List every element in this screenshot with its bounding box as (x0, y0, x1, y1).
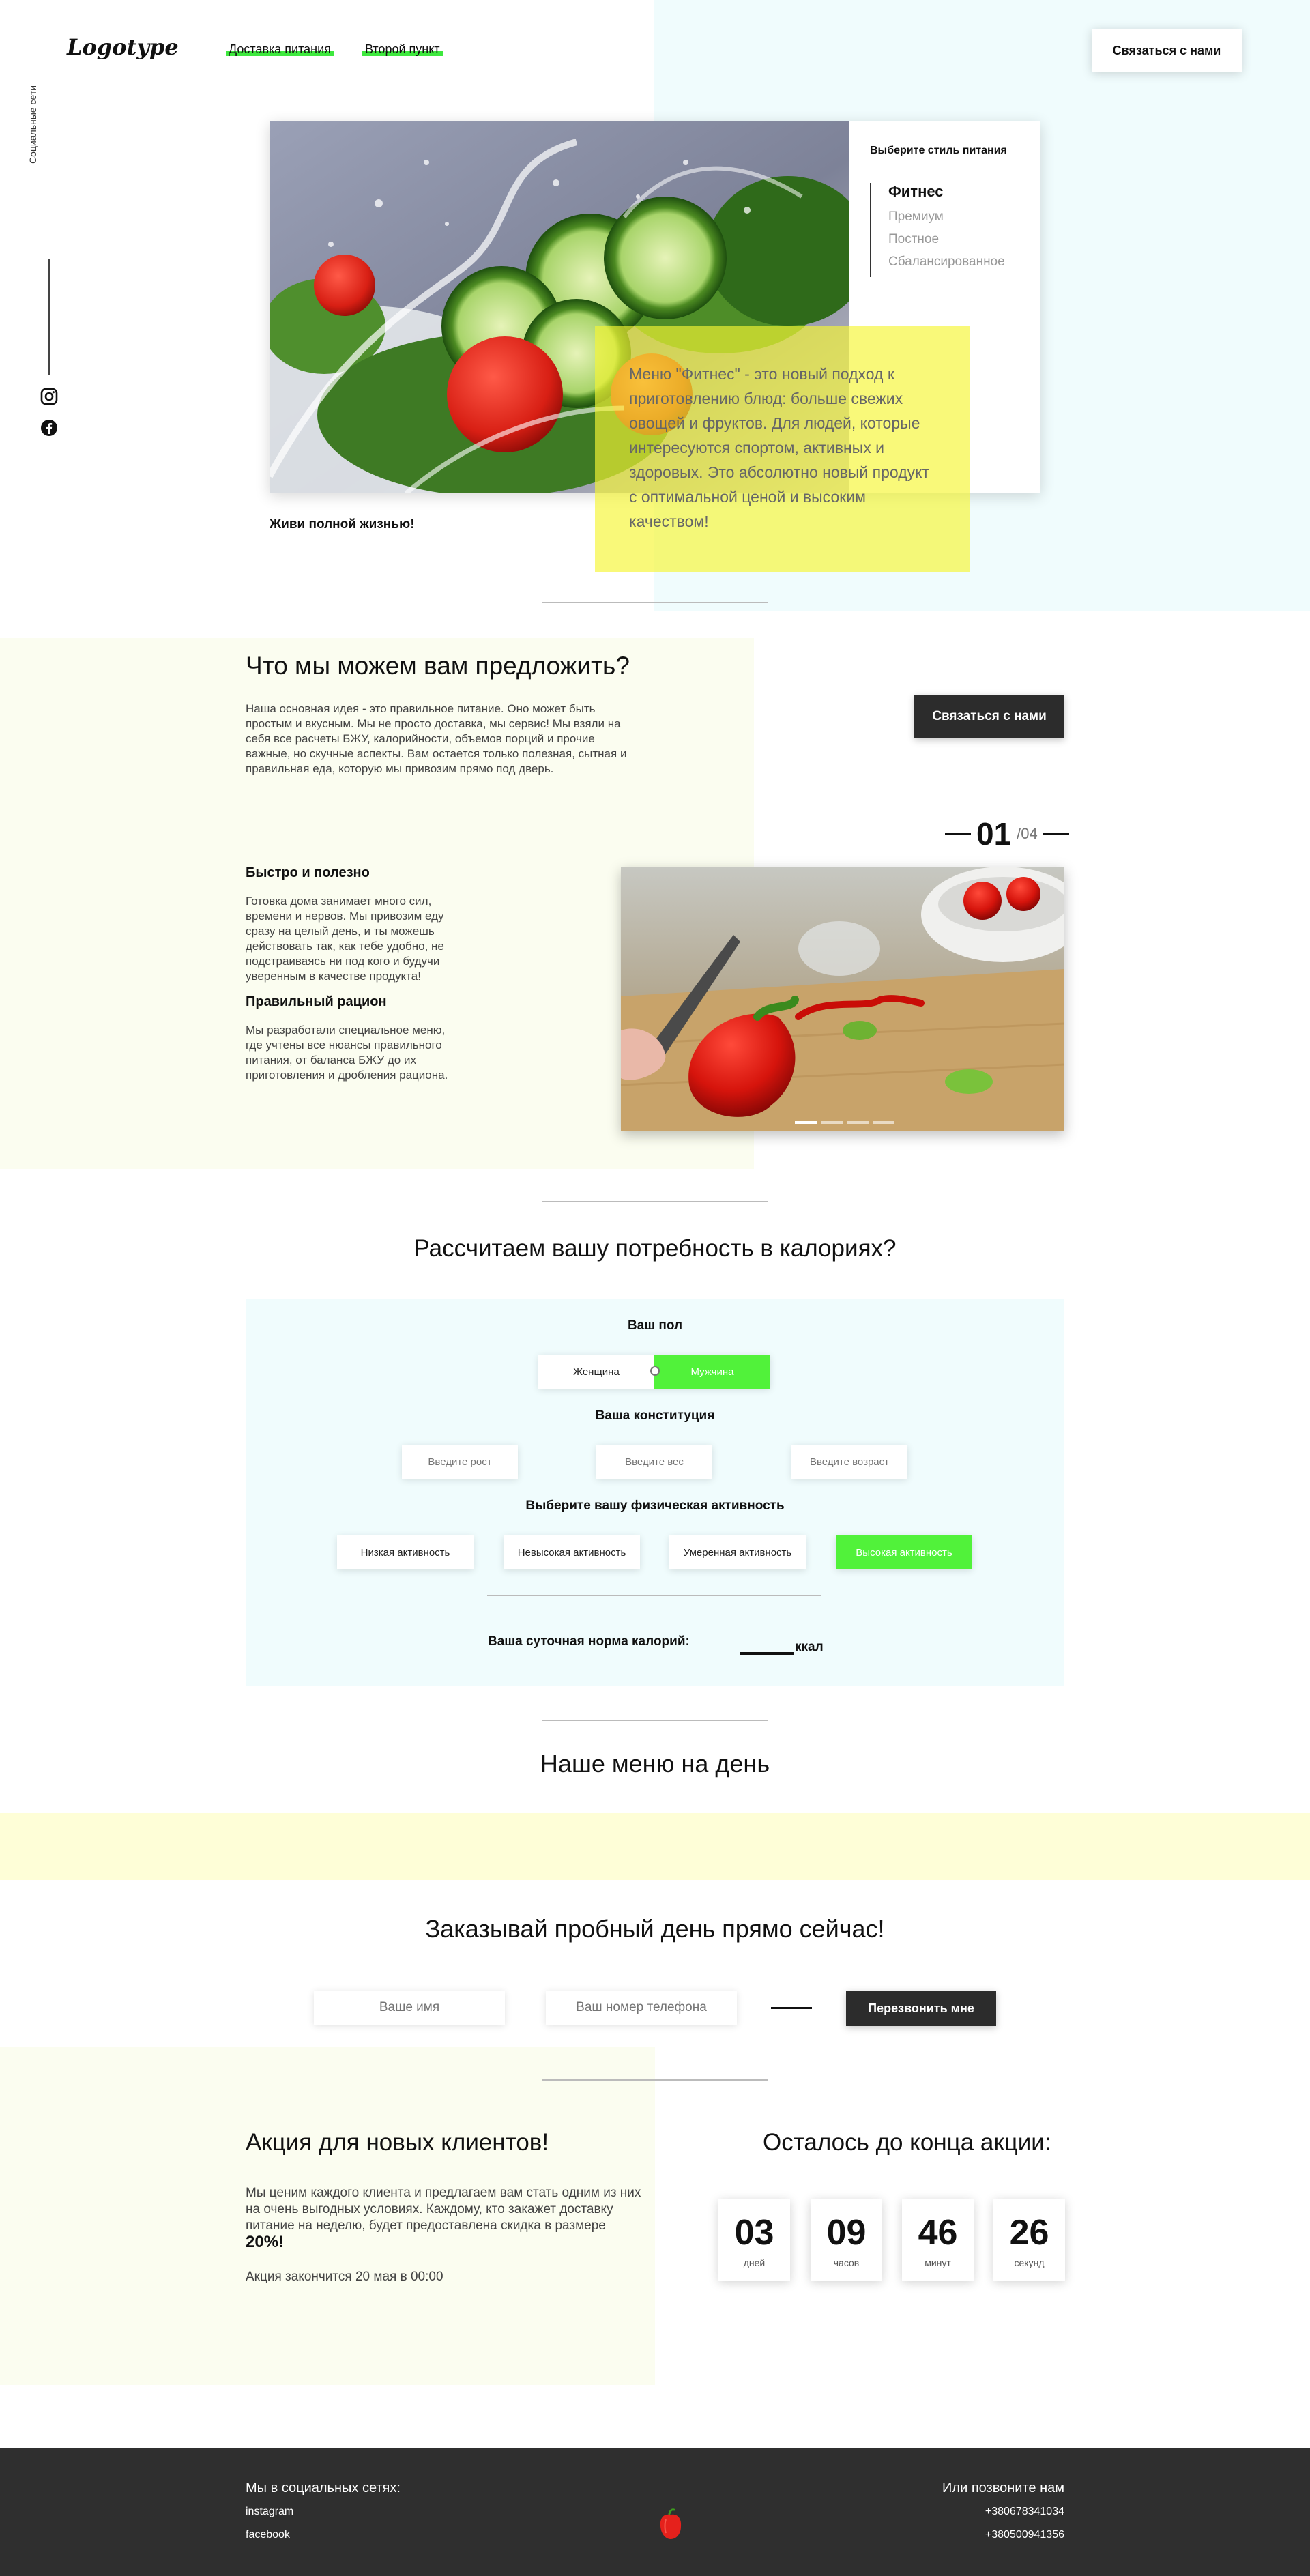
style-option-lenten[interactable]: Постное (888, 232, 1005, 247)
offer-contact-button[interactable]: Связаться с нами (914, 695, 1064, 738)
facebook-icon[interactable] (40, 419, 58, 437)
promo-discount: 20%! (246, 2233, 285, 2251)
gender-toggle-knob[interactable] (650, 1366, 660, 1376)
footer-phone-title: Или позвоните нам (942, 2480, 1064, 2495)
weight-input[interactable] (596, 1445, 712, 1479)
section-divider (542, 602, 768, 603)
promo-title: Акция для новых клиентов! (246, 2129, 549, 2156)
footer-link-instagram[interactable]: instagram (246, 2506, 293, 2518)
countdown-minutes: 46 минут (902, 2199, 974, 2281)
feature-text-fast: Готовка дома занимает много сил, времени… (246, 895, 444, 983)
gender-option-male[interactable]: Мужчина (654, 1355, 770, 1389)
slide-dot[interactable] (873, 1121, 894, 1124)
style-option-balanced[interactable]: Сбалансированное (888, 255, 1005, 270)
next-arrow-icon[interactable] (1043, 833, 1069, 835)
social-label: Социальные сети (27, 85, 38, 164)
activity-label: Выберите вашу физическая активность (525, 1499, 785, 1513)
activity-high-button[interactable]: Высокая активность (836, 1535, 972, 1569)
instagram-icon[interactable] (40, 388, 58, 405)
footer-phone-2[interactable]: +380500941356 (985, 2529, 1064, 2541)
section-divider (542, 1720, 768, 1721)
pepper-logo-icon (659, 2508, 682, 2540)
footer (0, 2448, 1310, 2576)
daily-calories-value (740, 1652, 794, 1655)
age-input[interactable] (791, 1445, 907, 1479)
offer-text: Наша основная идея - это правильное пита… (246, 702, 627, 775)
phone-input[interactable] (546, 1991, 737, 2025)
countdown-title: Осталось до конца акции: (763, 2129, 1051, 2156)
prev-arrow-icon[interactable] (945, 833, 971, 835)
nav-item-second[interactable]: Второй пункт (362, 42, 443, 57)
menu-band (0, 1813, 1310, 1880)
section-divider (542, 2079, 768, 2081)
hero-slogan: Живи полной жизнью! (270, 517, 415, 532)
logo[interactable]: Logotype (67, 34, 179, 60)
countdown-hours: 09 часов (811, 2199, 882, 2281)
section-divider (542, 1201, 768, 1202)
header-contact-button[interactable]: Связаться с нами (1092, 29, 1242, 72)
gender-option-female[interactable]: Женщина (538, 1355, 654, 1389)
feature-title-fast: Быстро и полезно (246, 865, 370, 880)
constitution-label: Ваша конституция (595, 1408, 715, 1423)
style-option-premium[interactable]: Премиум (888, 209, 1005, 225)
daily-calories-label: Ваша суточная норма калорий: (488, 1634, 690, 1649)
style-list: Фитнес Премиум Постное Сбалансированное (870, 183, 1005, 277)
countdown-seconds: 26 секунд (993, 2199, 1065, 2281)
name-input[interactable] (314, 1991, 505, 2025)
social-divider (48, 259, 50, 375)
countdown-days: 03 дней (718, 2199, 790, 2281)
activity-moderate-button[interactable]: Умеренная активность (669, 1535, 806, 1569)
footer-phone-1[interactable]: +380678341034 (985, 2506, 1064, 2518)
slide-current: 01 (976, 816, 1012, 852)
calculator-title: Рассчитаем вашу потребность в калориях? (413, 1235, 897, 1262)
height-input[interactable] (402, 1445, 518, 1479)
nav-item-delivery[interactable]: Доставка питания (226, 42, 334, 57)
promo-text-body: Мы ценим каждого клиента и предлагаем ва… (246, 2186, 641, 2233)
offer-slide-image (621, 867, 1064, 1131)
slide-dots (795, 1121, 894, 1124)
calculator-divider (487, 1595, 821, 1596)
calories-unit: ккал (795, 1640, 824, 1654)
slide-dot[interactable] (847, 1121, 869, 1124)
slide-total: /04 (1017, 825, 1038, 842)
style-title: Выберите стиль питания (870, 145, 1007, 156)
activity-low-button[interactable]: Низкая активность (337, 1535, 474, 1569)
order-title: Заказывай пробный день прямо сейчас! (425, 1915, 885, 1943)
slide-dot[interactable] (821, 1121, 843, 1124)
promo-text: Мы ценим каждого клиента и предлагаем ва… (246, 2185, 641, 2252)
feature-title-diet: Правильный рацион (246, 994, 387, 1009)
feature-text-diet: Мы разработали специальное меню, где учт… (246, 1024, 448, 1082)
callback-button[interactable]: Перезвонить мне (846, 1991, 996, 2026)
slide-dot[interactable] (795, 1121, 817, 1124)
hero-description: Меню "Фитнес" - это новый подход к приго… (595, 326, 970, 572)
activity-moderate-low-button[interactable]: Невысокая активность (504, 1535, 640, 1569)
arrow-right-icon (771, 2007, 812, 2009)
footer-link-facebook[interactable]: facebook (246, 2529, 290, 2541)
promo-end-date: Акция закончится 20 мая в 00:00 (246, 2270, 443, 2284)
footer-social-title: Мы в социальных сетях: (246, 2480, 401, 2495)
menu-title: Наше меню на день (540, 1750, 770, 1778)
offer-title: Что мы можем вам предложить? (246, 652, 630, 680)
style-option-fitness[interactable]: Фитнес (888, 183, 1005, 201)
slide-counter: 01 /04 (945, 815, 1069, 852)
gender-label: Ваш пол (627, 1318, 683, 1333)
